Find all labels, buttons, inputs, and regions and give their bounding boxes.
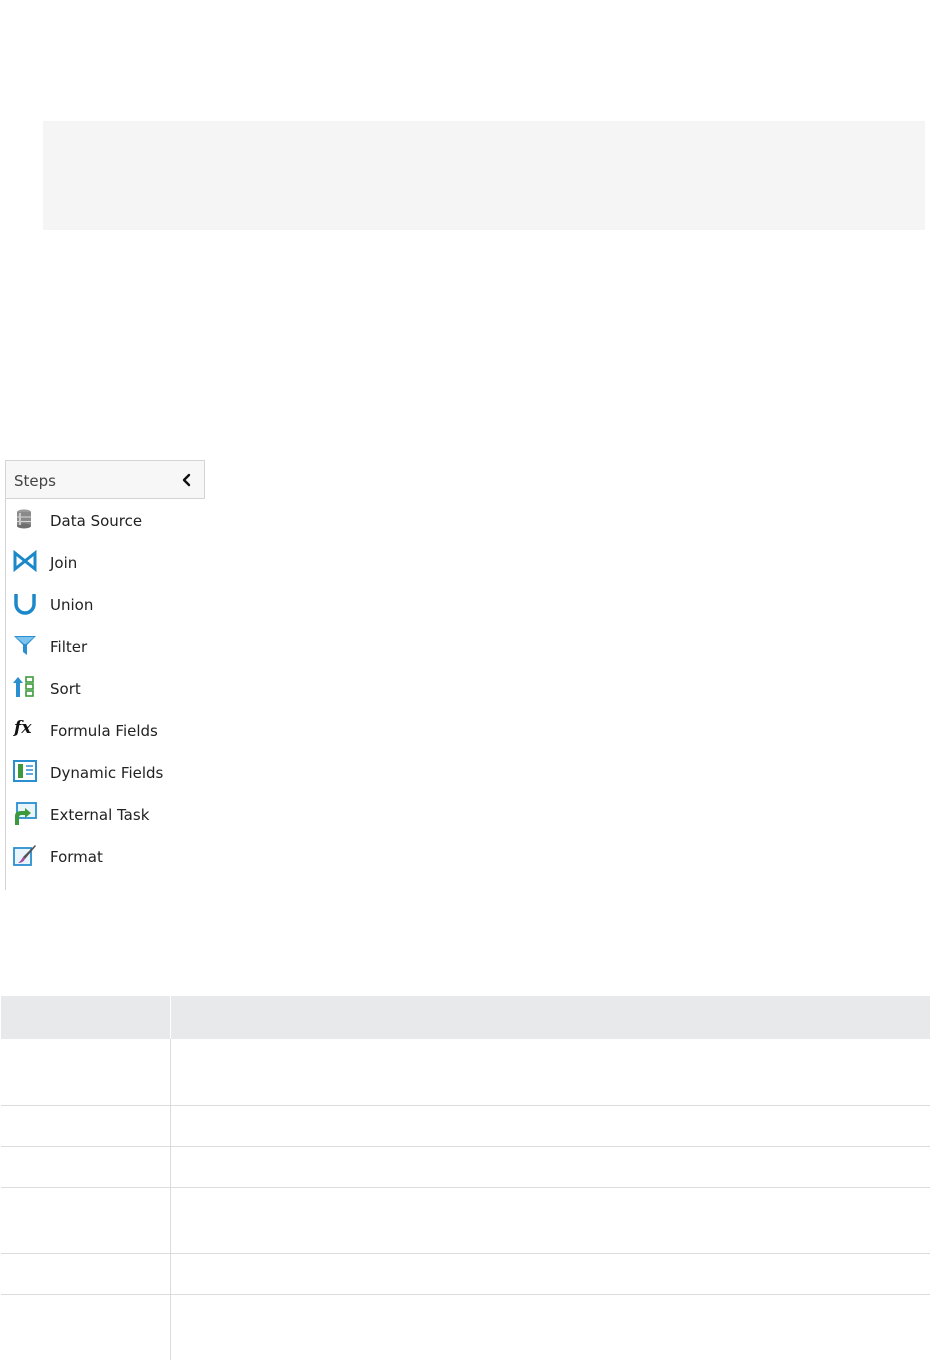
step-label-data-source: Data Source — [50, 512, 143, 530]
step-label-sort: Sort — [50, 680, 81, 698]
table-cell — [170, 1039, 930, 1106]
step-item-formula-fields[interactable]: fx Formula Fields — [6, 709, 205, 751]
step-item-external-task[interactable]: External Task — [6, 793, 205, 835]
table-header-cell — [170, 996, 930, 1039]
table-cell — [170, 1294, 930, 1360]
format-brush-icon — [13, 845, 36, 866]
table-cell — [170, 1146, 930, 1188]
table-cell — [1, 1294, 171, 1360]
table-cell — [1, 1105, 171, 1147]
step-label-union: Union — [50, 596, 94, 614]
table-row — [1, 1039, 930, 1106]
table-cell — [170, 1105, 930, 1147]
database-icon — [17, 509, 31, 529]
table-header-row — [1, 996, 930, 1039]
step-label-dynamic-fields: Dynamic Fields — [50, 764, 164, 782]
union-icon — [14, 594, 36, 615]
table-header-cell — [1, 996, 171, 1039]
table-cell — [170, 1253, 930, 1295]
steps-header: Steps — [6, 460, 205, 499]
step-label-external-task: External Task — [50, 806, 150, 824]
table-row — [1, 1105, 930, 1147]
step-label-formula-fields: Formula Fields — [50, 722, 158, 740]
step-label-format: Format — [50, 848, 103, 866]
steps-list: Data Source Join Union Filter Sort fx Fo… — [6, 499, 205, 877]
table-cell — [1, 1146, 171, 1188]
sort-icon — [13, 676, 34, 697]
filter-funnel-icon — [14, 636, 36, 655]
steps-title: Steps — [14, 472, 56, 490]
table-row — [1, 1187, 930, 1254]
table-row — [1, 1146, 930, 1188]
step-item-dynamic-fields[interactable]: Dynamic Fields — [6, 751, 205, 793]
table-row — [1, 1253, 930, 1295]
step-item-union[interactable]: Union — [6, 583, 205, 625]
join-icon — [13, 550, 37, 573]
fx-formula-icon: fx — [14, 718, 32, 738]
table-cell — [1, 1253, 171, 1295]
step-label-join: Join — [50, 554, 78, 572]
steps-panel: Steps Data Source Join Union Filter Sort… — [5, 460, 205, 890]
table-cell — [1, 1187, 171, 1254]
note-box — [43, 121, 925, 230]
table-cell — [1, 1039, 171, 1106]
step-item-data-source[interactable]: Data Source — [6, 499, 205, 541]
step-item-filter[interactable]: Filter — [6, 625, 205, 667]
table-row — [1, 1294, 930, 1360]
external-task-icon — [15, 802, 37, 825]
chevron-left-icon[interactable] — [180, 472, 194, 488]
step-item-sort[interactable]: Sort — [6, 667, 205, 709]
reference-table — [1, 996, 930, 1360]
step-label-filter: Filter — [50, 638, 88, 656]
step-item-format[interactable]: Format — [6, 835, 205, 877]
dynamic-fields-icon — [13, 760, 37, 782]
step-item-join[interactable]: Join — [6, 541, 205, 583]
table-cell — [170, 1187, 930, 1254]
